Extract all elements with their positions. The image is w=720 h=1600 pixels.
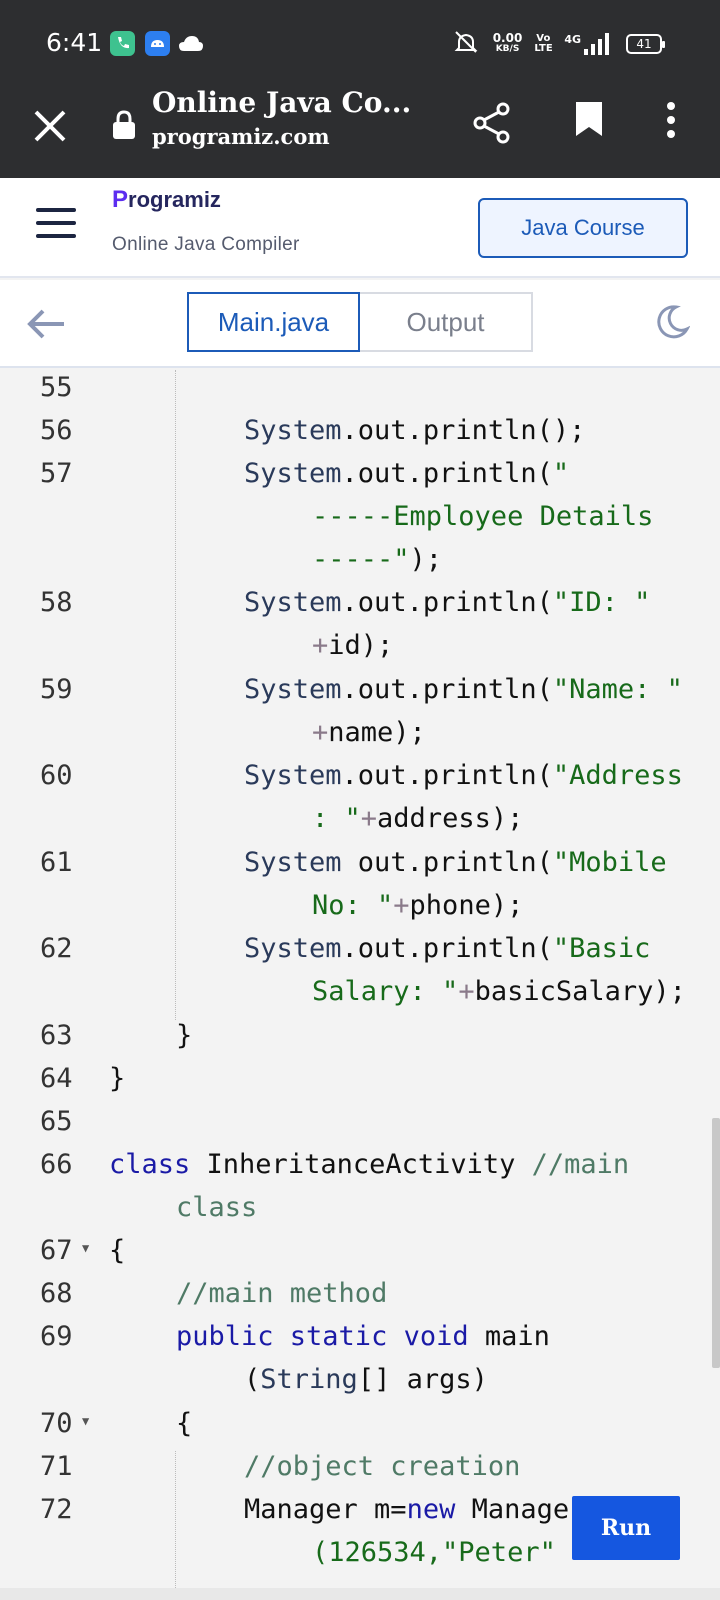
back-arrow-icon[interactable] <box>26 306 68 342</box>
code-line: System.out.println("Name: " <box>244 674 683 705</box>
close-icon[interactable] <box>30 106 70 146</box>
code-line: System.out.println(" <box>244 458 570 489</box>
signal-icon: 4G <box>564 33 614 55</box>
code-line: -----Employee Details <box>312 501 654 532</box>
code-line: class InheritanceActivity //main <box>109 1149 630 1180</box>
hamburger-menu-icon[interactable] <box>36 208 76 238</box>
cloud-icon <box>178 34 204 57</box>
code-line: public static void main <box>176 1321 550 1352</box>
code-line: +id); <box>312 630 394 661</box>
status-time: 6:41 <box>46 28 103 57</box>
line-number: 72 <box>40 1494 73 1525</box>
code-line: -----"); <box>312 544 443 575</box>
line-number: 68 <box>40 1278 73 1309</box>
java-course-button[interactable]: Java Course <box>478 198 688 258</box>
code-line: (String[] args) <box>244 1364 488 1395</box>
network-type: 4G <box>564 33 581 46</box>
line-number: 58 <box>40 587 73 618</box>
code-line: : "+address); <box>312 803 524 834</box>
lock-icon <box>112 110 136 140</box>
page-url[interactable]: programiz.com <box>152 124 330 149</box>
tab-output[interactable]: Output <box>358 292 533 352</box>
line-number: 70 <box>40 1408 73 1439</box>
code-line: System.out.println("ID: " <box>244 587 651 618</box>
browser-toolbar: Online Java Co... programiz.com <box>0 86 720 178</box>
mute-icon <box>451 30 481 58</box>
code-line: Manager m=new Manager <box>244 1494 586 1525</box>
fold-arrow-icon[interactable]: ▼ <box>82 1414 89 1428</box>
code-line: //main method <box>176 1278 388 1309</box>
code-line: Salary: "+basicSalary); <box>312 976 686 1007</box>
more-options-icon[interactable] <box>664 100 678 140</box>
code-editor[interactable]: 55 56 57 58 59 60 61 62 63 64 65 66 67 ▼… <box>0 370 720 1600</box>
logo-letter: P <box>112 186 129 213</box>
code-line: System.out.println(); <box>244 415 586 446</box>
run-button[interactable]: Run <box>572 1496 680 1560</box>
line-number: 65 <box>40 1106 73 1137</box>
editor-scrollbar[interactable] <box>712 1118 720 1368</box>
code-line: System.out.println("Address <box>244 760 683 791</box>
site-header: Programiz Online Java Compiler Java Cour… <box>0 178 720 278</box>
volte-indicator: Vo LTE <box>534 33 553 54</box>
code-line: } <box>109 1063 126 1094</box>
code-line: class <box>176 1192 258 1223</box>
line-number: 63 <box>40 1020 73 1051</box>
line-number: 61 <box>40 847 73 878</box>
android-app-icon <box>145 31 170 56</box>
status-bar: 6:41 0.00 KB/S Vo LTE 4G 41 <box>0 0 720 86</box>
site-subtitle: Online Java Compiler <box>112 234 300 255</box>
dark-mode-moon-icon[interactable] <box>654 304 691 340</box>
line-number: 69 <box>40 1321 73 1352</box>
code-line: } <box>176 1020 193 1051</box>
line-number: 55 <box>40 372 73 403</box>
network-speed: 0.00 KB/S <box>492 31 523 55</box>
speed-value: 0.00 <box>492 31 523 45</box>
editor-toolbar: Main.java Output <box>0 280 720 368</box>
logo-text: rogramiz <box>128 187 221 212</box>
bottom-edge <box>0 1588 720 1600</box>
line-number: 66 <box>40 1149 73 1180</box>
page-title[interactable]: Online Java Co... <box>152 86 411 119</box>
indent-guide <box>175 370 176 1020</box>
line-number: 59 <box>40 674 73 705</box>
speed-unit: KB/S <box>495 44 520 54</box>
line-number: 64 <box>40 1063 73 1094</box>
line-number: 60 <box>40 760 73 791</box>
code-line: //object creation <box>244 1451 521 1482</box>
line-number: 62 <box>40 933 73 964</box>
code-line: +name); <box>312 717 426 748</box>
share-icon[interactable] <box>472 102 512 144</box>
phone-app-icon <box>110 31 135 56</box>
code-line: System out.println("Mobile <box>244 847 667 878</box>
code-line: { <box>109 1235 126 1266</box>
code-line: System.out.println("Basic <box>244 933 651 964</box>
line-number: 71 <box>40 1451 73 1482</box>
programiz-logo[interactable]: Programiz <box>112 186 221 214</box>
line-number: 67 <box>40 1235 73 1266</box>
code-line: No: "+phone); <box>312 890 524 921</box>
fold-arrow-icon[interactable]: ▼ <box>82 1241 89 1255</box>
battery-indicator: 41 <box>626 34 665 54</box>
code-line: { <box>176 1408 193 1439</box>
indent-guide <box>175 1451 176 1600</box>
line-number: 57 <box>40 458 73 489</box>
tab-main-java[interactable]: Main.java <box>187 292 360 352</box>
bookmark-icon[interactable] <box>574 100 604 138</box>
line-number: 56 <box>40 415 73 446</box>
code-line: (126534,"Peter" <box>312 1537 556 1568</box>
